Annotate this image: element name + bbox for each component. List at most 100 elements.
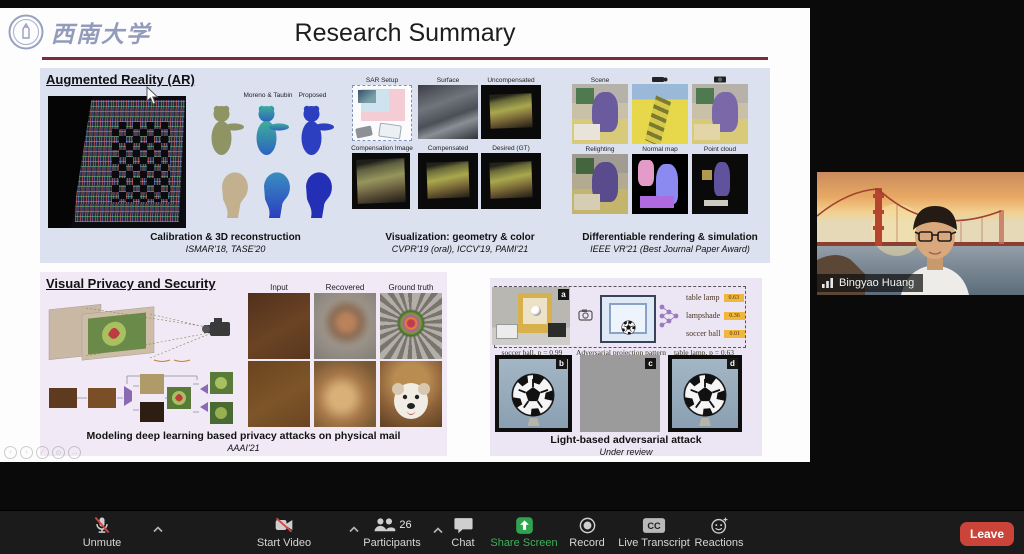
privacy-section-panel: Visual Privacy and Security xyxy=(40,272,447,456)
camera-shape xyxy=(355,125,373,138)
class-label: table lamp xyxy=(686,293,720,302)
privacy-section-heading: Visual Privacy and Security xyxy=(46,276,216,291)
chat-icon xyxy=(454,516,473,534)
recovered-art xyxy=(314,361,376,427)
participant-name: Bingyao Huang xyxy=(839,277,914,289)
pen-tool-icon[interactable]: ∕ xyxy=(36,446,49,459)
participants-count: 26 xyxy=(399,519,411,531)
viz-label: SAR Setup xyxy=(352,77,412,84)
checkerboard xyxy=(112,122,170,202)
viz-label: Desired (GT) xyxy=(481,145,541,152)
uncompensated-thumb xyxy=(481,85,541,139)
score-badge: 0.36 xyxy=(724,312,745,320)
participant-video-tile[interactable]: Bingyao Huang xyxy=(817,172,1024,295)
mail-caption: Modeling deep learning based privacy att… xyxy=(50,430,437,453)
caption-title: Modeling deep learning based privacy att… xyxy=(50,430,437,442)
3d-reconstruction-figures xyxy=(200,100,350,230)
relighting-thumb xyxy=(572,154,628,214)
caption-venue: Under review xyxy=(496,447,756,457)
next-slide-icon[interactable]: › xyxy=(20,446,33,459)
prev-slide-icon[interactable]: ‹ xyxy=(4,446,17,459)
classifier-output-row: table lamp 0.63 xyxy=(686,293,744,302)
caption-venues: ISMAR'18, TASE'20 xyxy=(118,244,333,254)
share-screen-label: Share Screen xyxy=(490,537,557,549)
projector-shape xyxy=(548,323,566,337)
participants-button[interactable]: 26 Participants xyxy=(352,516,432,549)
title-divider xyxy=(42,57,768,60)
mail-ground-truth-image xyxy=(380,361,442,427)
adversarial-caption: Light-based adversarial attack Under rev… xyxy=(496,434,756,457)
classifier-network-icon xyxy=(658,302,680,330)
projected-photo xyxy=(426,161,469,198)
device-shape xyxy=(496,324,518,339)
meeting-toolbar: Unmute Start Video 26 Participants xyxy=(0,510,1024,554)
mail-ground-truth-image xyxy=(380,293,442,359)
normal-blob xyxy=(640,196,674,208)
table xyxy=(574,124,600,140)
classifier-output-row: soccer ball0.01 xyxy=(686,329,745,338)
surface-thumb xyxy=(418,85,478,139)
reactions-smiley-icon xyxy=(710,516,729,535)
camera-icon xyxy=(578,309,594,321)
table xyxy=(694,124,720,140)
screen-with-ball xyxy=(600,295,656,343)
normal-blob xyxy=(638,160,654,186)
adversarial-panel: a table lamp0.63 lampshade0.36 soccer ba… xyxy=(490,278,762,456)
table xyxy=(574,194,600,210)
presenter-controls[interactable]: ‹ › ∕ ⊙ … xyxy=(4,446,81,459)
reactions-button[interactable]: Reactions xyxy=(686,516,752,549)
mail-recovered-image xyxy=(314,293,376,359)
ar-section-heading: Augmented Reality (AR) xyxy=(46,72,195,87)
shelf xyxy=(576,88,594,104)
caption-venues: IEEE VR'21 (Best Journal Paper Award) xyxy=(570,244,770,254)
road xyxy=(645,95,671,144)
score-badge: 0.63 xyxy=(724,294,745,302)
render-label: Scene xyxy=(572,77,628,84)
shared-screen-slide: 西南大学 Research Summary Augmented Reality … xyxy=(0,8,810,462)
zoom-meeting-window: 西南大学 Research Summary Augmented Reality … xyxy=(0,0,1024,554)
laser-tool-icon[interactable]: ⊙ xyxy=(52,446,65,459)
more-options-icon[interactable]: … xyxy=(68,446,81,459)
mail-column-header: Ground truth xyxy=(380,283,442,292)
caption-title: Calibration & 3D reconstruction xyxy=(118,232,333,243)
scene-thumb xyxy=(572,84,628,144)
classifier-output-row: lampshade0.36 xyxy=(686,311,745,320)
camera-icon xyxy=(714,75,726,83)
start-video-button[interactable]: Start Video xyxy=(228,516,340,549)
recovered-art xyxy=(314,293,376,359)
viz-label: Surface xyxy=(418,77,478,84)
record-icon xyxy=(578,516,597,535)
viz-label: Compensated xyxy=(418,145,478,152)
panel-letter: c xyxy=(645,358,656,369)
cloud-blob xyxy=(704,200,728,206)
caption-title: Differentiable rendering & simulation xyxy=(570,232,770,243)
projection-view-thumb xyxy=(632,84,688,144)
mail-input-image xyxy=(248,361,310,427)
sar-setup-thumb xyxy=(352,85,412,141)
shelf xyxy=(696,88,714,104)
mail-input-image xyxy=(248,293,310,359)
unmute-options-caret-icon[interactable] xyxy=(152,525,164,533)
shelf xyxy=(576,158,594,174)
soccer-ball-icon xyxy=(682,372,728,418)
inner-frame xyxy=(523,298,547,324)
mouse-cursor xyxy=(146,86,159,105)
point-cloud-thumb xyxy=(692,154,748,214)
normal-map-thumb xyxy=(632,154,688,214)
share-screen-button[interactable]: Share Screen xyxy=(478,516,570,549)
network-pipeline-diagram xyxy=(47,370,235,426)
desired-gt-thumb xyxy=(481,153,541,209)
leave-button[interactable]: Leave xyxy=(960,522,1014,546)
projected-photo xyxy=(489,161,532,198)
panel-letter: d xyxy=(727,358,738,369)
setup-photo xyxy=(358,90,376,103)
cloud-blob xyxy=(714,162,730,196)
unmute-button[interactable]: Unmute xyxy=(62,516,142,549)
mail-column-header: Input xyxy=(248,283,310,292)
projector-shape xyxy=(378,123,402,140)
ball-photo xyxy=(531,306,541,316)
soccer-ball-icon xyxy=(510,372,556,418)
compensation-image-thumb xyxy=(352,153,410,209)
projector-icon xyxy=(652,76,668,83)
ar-caption-rendering: Differentiable rendering & simulation IE… xyxy=(570,232,770,254)
